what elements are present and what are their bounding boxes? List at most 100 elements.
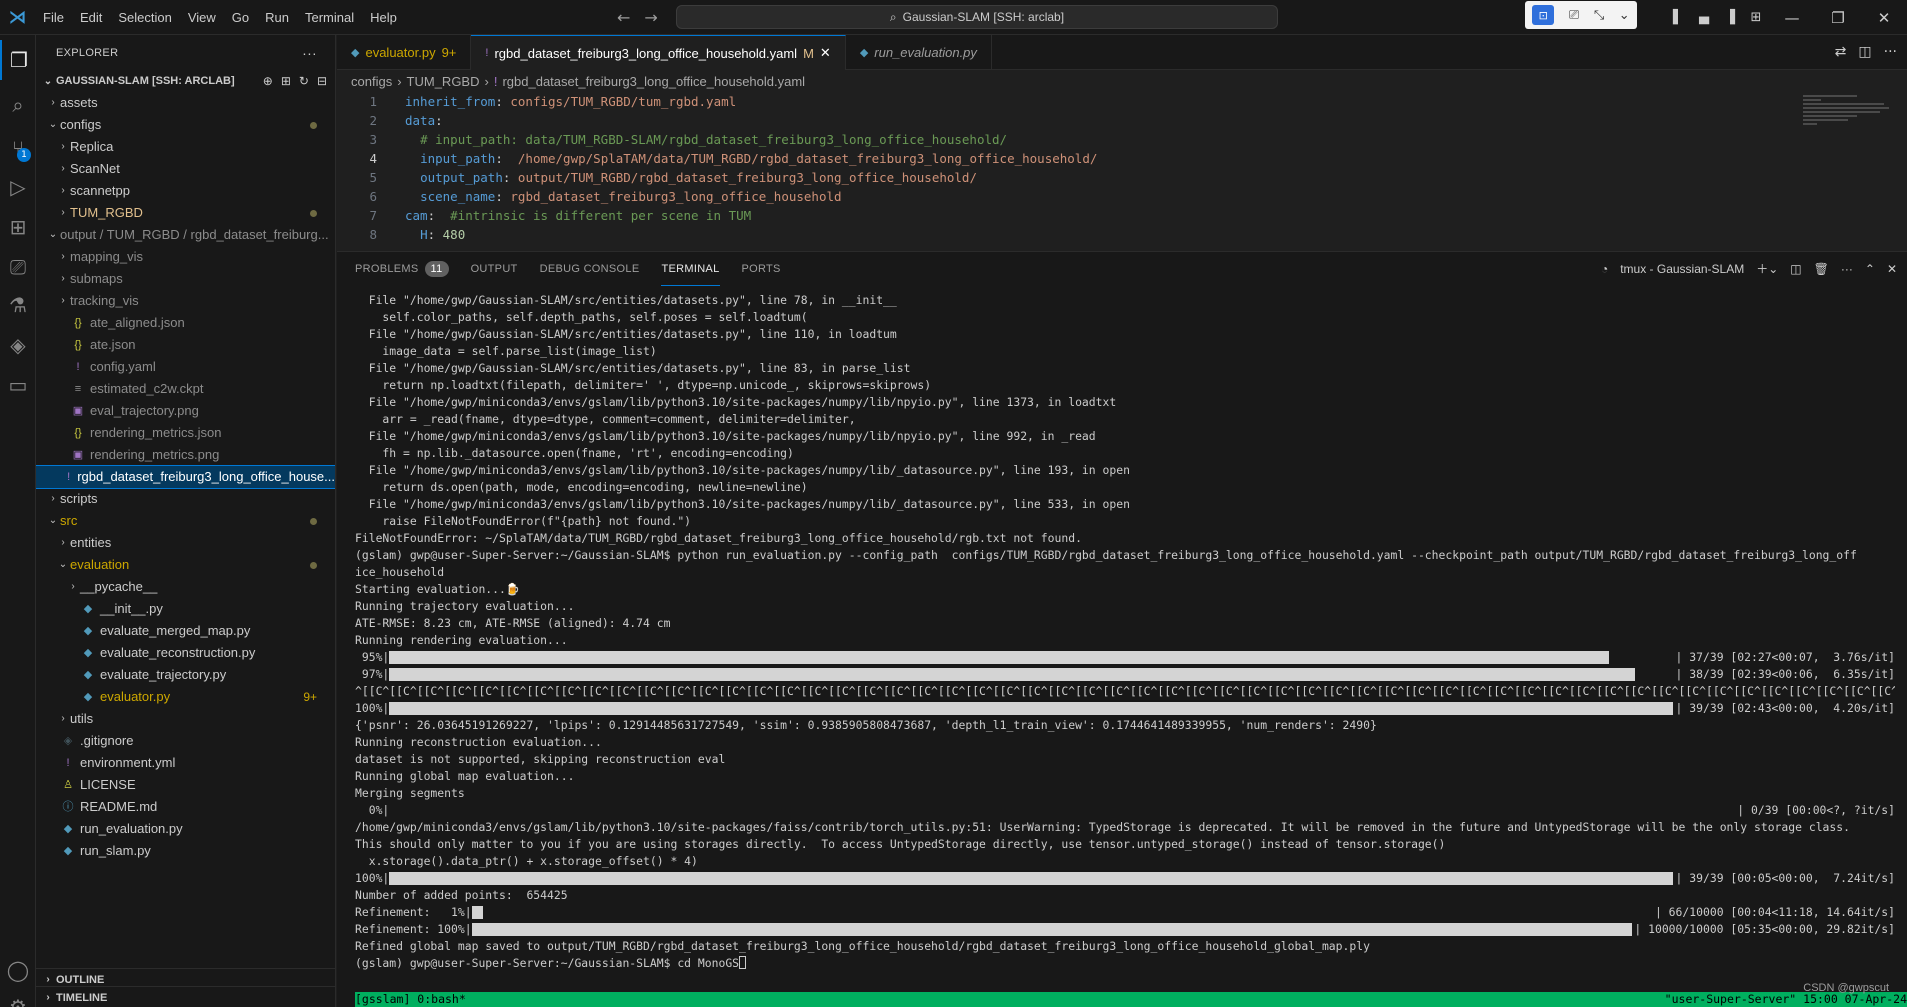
folder-item[interactable]: › mapping_vis [36, 246, 335, 268]
file-item[interactable]: ♙ LICENSE [36, 774, 335, 796]
breadcrumb-item[interactable]: rgbd_dataset_freiburg3_long_office_house… [502, 74, 805, 89]
folder-item[interactable]: › __pycache__ [36, 576, 335, 598]
back-arrow-icon[interactable]: ← [617, 8, 630, 27]
editor-tab[interactable]: ◆ evaluator.py 9+ [337, 35, 472, 70]
folder-item[interactable]: › tracking_vis [36, 290, 335, 312]
file-item[interactable]: ◆ evaluate_reconstruction.py [36, 642, 335, 664]
close-window-icon[interactable]: ✕ [1861, 9, 1907, 27]
file-item[interactable]: ! environment.yml [36, 752, 335, 774]
forward-arrow-icon[interactable]: → [644, 8, 657, 27]
kill-terminal-icon[interactable]: 🗑 [1814, 262, 1829, 276]
restore-window-icon[interactable]: ❐ [1815, 9, 1861, 27]
toggle-sidebar-icon[interactable]: ▌ [1665, 10, 1691, 25]
terminal-output[interactable]: File "/home/gwp/Gaussian-SLAM/src/entiti… [355, 292, 1895, 972]
folder-item[interactable]: › scannetpp [36, 180, 335, 202]
minimize-window-icon[interactable]: — [1769, 9, 1815, 27]
toggle-panel-icon[interactable]: ▄ [1691, 10, 1717, 25]
customize-layout-icon[interactable]: ⊞ [1743, 10, 1769, 25]
command-center-search[interactable]: ⌕ Gaussian-SLAM [SSH: arclab] [676, 5, 1278, 29]
folder-item[interactable]: › submaps [36, 268, 335, 290]
menu-help[interactable]: Help [362, 0, 405, 35]
file-item[interactable]: ◆ run_evaluation.py [36, 818, 335, 840]
folder-item[interactable]: › TUM_RGBD [36, 202, 335, 224]
menu-go[interactable]: Go [224, 0, 257, 35]
editor-tab[interactable]: ◆ run_evaluation.py [846, 35, 992, 70]
folder-item[interactable]: ⌄ evaluation [36, 554, 335, 576]
file-item[interactable]: ! rgbd_dataset_freiburg3_long_office_hous… [36, 465, 335, 489]
panel-tab-output[interactable]: OUTPUT [471, 252, 518, 286]
testing-icon[interactable]: ⚗ [0, 285, 36, 325]
file-item[interactable]: {} ate_aligned.json [36, 312, 335, 334]
docker-icon[interactable]: ◈ [0, 325, 36, 365]
split-terminal-icon[interactable]: ◫ [1790, 262, 1801, 276]
terminal-name[interactable]: tmux - Gaussian-SLAM [1620, 262, 1744, 276]
panel-tab-ports[interactable]: PORTS [742, 252, 781, 286]
run-debug-icon[interactable]: ▷ [0, 167, 36, 207]
new-folder-icon[interactable]: ⊞ [281, 74, 291, 88]
folder-item[interactable]: › assets [36, 92, 335, 114]
manage-gear-icon[interactable]: ⚙ [0, 987, 36, 1007]
folder-item[interactable]: ⌄ output / TUM_RGBD / rgbd_dataset_freibu… [36, 224, 335, 246]
breadcrumb-item[interactable]: TUM_RGBD [407, 74, 480, 89]
folder-item[interactable]: › Replica [36, 136, 335, 158]
more-actions-icon[interactable]: ··· [302, 45, 317, 61]
folder-item[interactable]: › entities [36, 532, 335, 554]
screen-share-icon[interactable]: ⎚ [1569, 8, 1579, 23]
file-item[interactable]: ▣ rendering_metrics.png [36, 444, 335, 466]
folder-item[interactable]: › utils [36, 708, 335, 730]
accounts-icon[interactable]: ◯ [0, 950, 36, 990]
timeline-section-header[interactable]: › TIMELINE [36, 986, 335, 1007]
panel-tab-terminal[interactable]: TERMINAL [661, 252, 720, 286]
panel-tab-problems[interactable]: PROBLEMS 11 [355, 252, 449, 286]
file-item[interactable]: ◆ run_slam.py [36, 840, 335, 862]
folder-item[interactable]: › scripts [36, 488, 335, 510]
menu-edit[interactable]: Edit [72, 0, 110, 35]
split-editor-icon[interactable]: ◫ [1858, 44, 1871, 60]
menu-selection[interactable]: Selection [110, 0, 179, 35]
search-icon[interactable]: ⌕ [0, 85, 36, 125]
file-item[interactable]: ! config.yaml [36, 356, 335, 378]
minimap[interactable] [1803, 93, 1893, 153]
menu-file[interactable]: File [35, 0, 72, 35]
file-item[interactable]: ◆ evaluate_merged_map.py [36, 620, 335, 642]
file-item[interactable]: ⓘ README.md [36, 796, 335, 818]
breadcrumb-item[interactable]: configs [351, 74, 392, 89]
explorer-icon[interactable]: ❐ [0, 40, 36, 80]
file-item[interactable]: ◆ __init__.py [36, 598, 335, 620]
panel-tab-debug-console[interactable]: DEBUG CONSOLE [540, 252, 640, 286]
file-item[interactable]: ◆ evaluator.py 9+ [36, 686, 335, 708]
file-item[interactable]: {} ate.json [36, 334, 335, 356]
folder-item[interactable]: ⌄ configs [36, 114, 335, 136]
file-item[interactable]: {} rendering_metrics.json [36, 422, 335, 444]
file-item[interactable]: ◈ .gitignore [36, 730, 335, 752]
collapse-all-icon[interactable]: ⊟ [317, 74, 327, 88]
file-item[interactable]: ◆ evaluate_trajectory.py [36, 664, 335, 686]
fullscreen-exit-icon[interactable]: ⤡ [1594, 8, 1604, 23]
refresh-icon[interactable]: ↻ [299, 74, 309, 88]
menu-terminal[interactable]: Terminal [297, 0, 362, 35]
remote-connection-icon[interactable]: ⊡ [1532, 5, 1555, 25]
more-actions-icon[interactable]: ··· [1884, 44, 1897, 60]
maximize-panel-icon[interactable]: ⌃ [1865, 262, 1875, 276]
compare-changes-icon[interactable]: ⇄ [1835, 44, 1847, 60]
close-panel-icon[interactable]: ✕ [1887, 262, 1897, 276]
new-terminal-icon[interactable]: ＋⌄ [1756, 260, 1778, 277]
file-item[interactable]: ▣ eval_trajectory.png [36, 400, 335, 422]
remote-explorer-icon[interactable]: ⎚ [0, 247, 36, 287]
comments-icon[interactable]: ▭ [0, 365, 36, 405]
toggle-secondary-sidebar-icon[interactable]: ▐ [1717, 10, 1743, 25]
chevron-down-icon[interactable]: ⌄ [1619, 8, 1630, 23]
file-item[interactable]: ≡ estimated_c2w.ckpt [36, 378, 335, 400]
source-control-icon[interactable]: ⑂ 1 [0, 128, 36, 168]
close-tab-icon[interactable]: ✕ [820, 45, 831, 61]
workspace-section-header[interactable]: ⌄ GAUSSIAN-SLAM [SSH: ARCLAB] ⊕ ⊞ ↻ ⊟ [36, 70, 335, 92]
remote-toolbar-widget[interactable]: ⊡ ⎚ ⤡ ⌄ [1525, 1, 1637, 29]
menu-view[interactable]: View [180, 0, 224, 35]
new-file-icon[interactable]: ⊕ [263, 74, 273, 88]
editor-tab[interactable]: ! rgbd_dataset_freiburg3_long_office_hous… [471, 35, 846, 70]
code-editor[interactable]: 1 inherit_from: configs/TUM_RGBD/tum_rgbd… [337, 92, 1907, 244]
menu-run[interactable]: Run [257, 0, 297, 35]
folder-item[interactable]: › ScanNet [36, 158, 335, 180]
extensions-icon[interactable]: ⊞ [0, 207, 36, 247]
folder-item[interactable]: ⌄ src [36, 510, 335, 532]
